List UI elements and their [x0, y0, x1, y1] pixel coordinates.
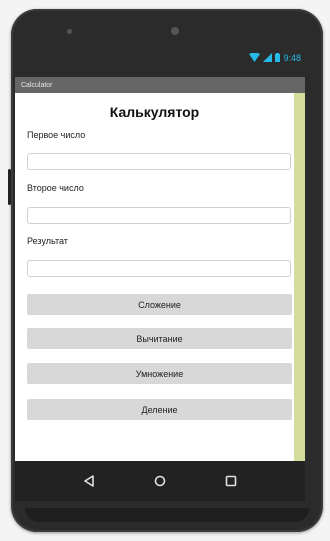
- add-button[interactable]: Сложение: [27, 294, 292, 315]
- window-title-bar: Calculator: [15, 77, 305, 93]
- navigation-bar: [15, 461, 305, 501]
- battery-icon: [275, 53, 281, 62]
- recents-square-icon[interactable]: [223, 473, 239, 489]
- wifi-icon: [249, 53, 261, 62]
- camera-dot: [171, 27, 179, 35]
- back-triangle-icon[interactable]: [81, 473, 97, 489]
- result-field[interactable]: [27, 260, 291, 277]
- signal-icon: [263, 53, 273, 62]
- status-time: 9:48: [283, 52, 301, 63]
- second-number-label: Второе число: [27, 183, 84, 193]
- divide-button[interactable]: Деление: [27, 399, 292, 420]
- multiply-button[interactable]: Умножение: [27, 363, 292, 384]
- result-label: Результат: [27, 236, 68, 246]
- side-button: [8, 169, 11, 205]
- second-number-input[interactable]: [27, 207, 291, 224]
- first-number-input[interactable]: [27, 153, 291, 170]
- subtract-button[interactable]: Вычитание: [27, 328, 292, 349]
- first-number-label: Первое число: [27, 130, 86, 140]
- calculator-screen: Калькулятор Первое число Второе число Ре…: [15, 93, 305, 461]
- status-bar: 9:48: [15, 48, 305, 67]
- page-title: Калькулятор: [109, 104, 200, 120]
- right-edge-strip: [294, 93, 305, 461]
- sensor-dot: [67, 29, 72, 34]
- home-circle-icon[interactable]: [152, 473, 168, 489]
- phone-bottom-bezel: [25, 508, 309, 522]
- window-title: Calculator: [21, 81, 53, 89]
